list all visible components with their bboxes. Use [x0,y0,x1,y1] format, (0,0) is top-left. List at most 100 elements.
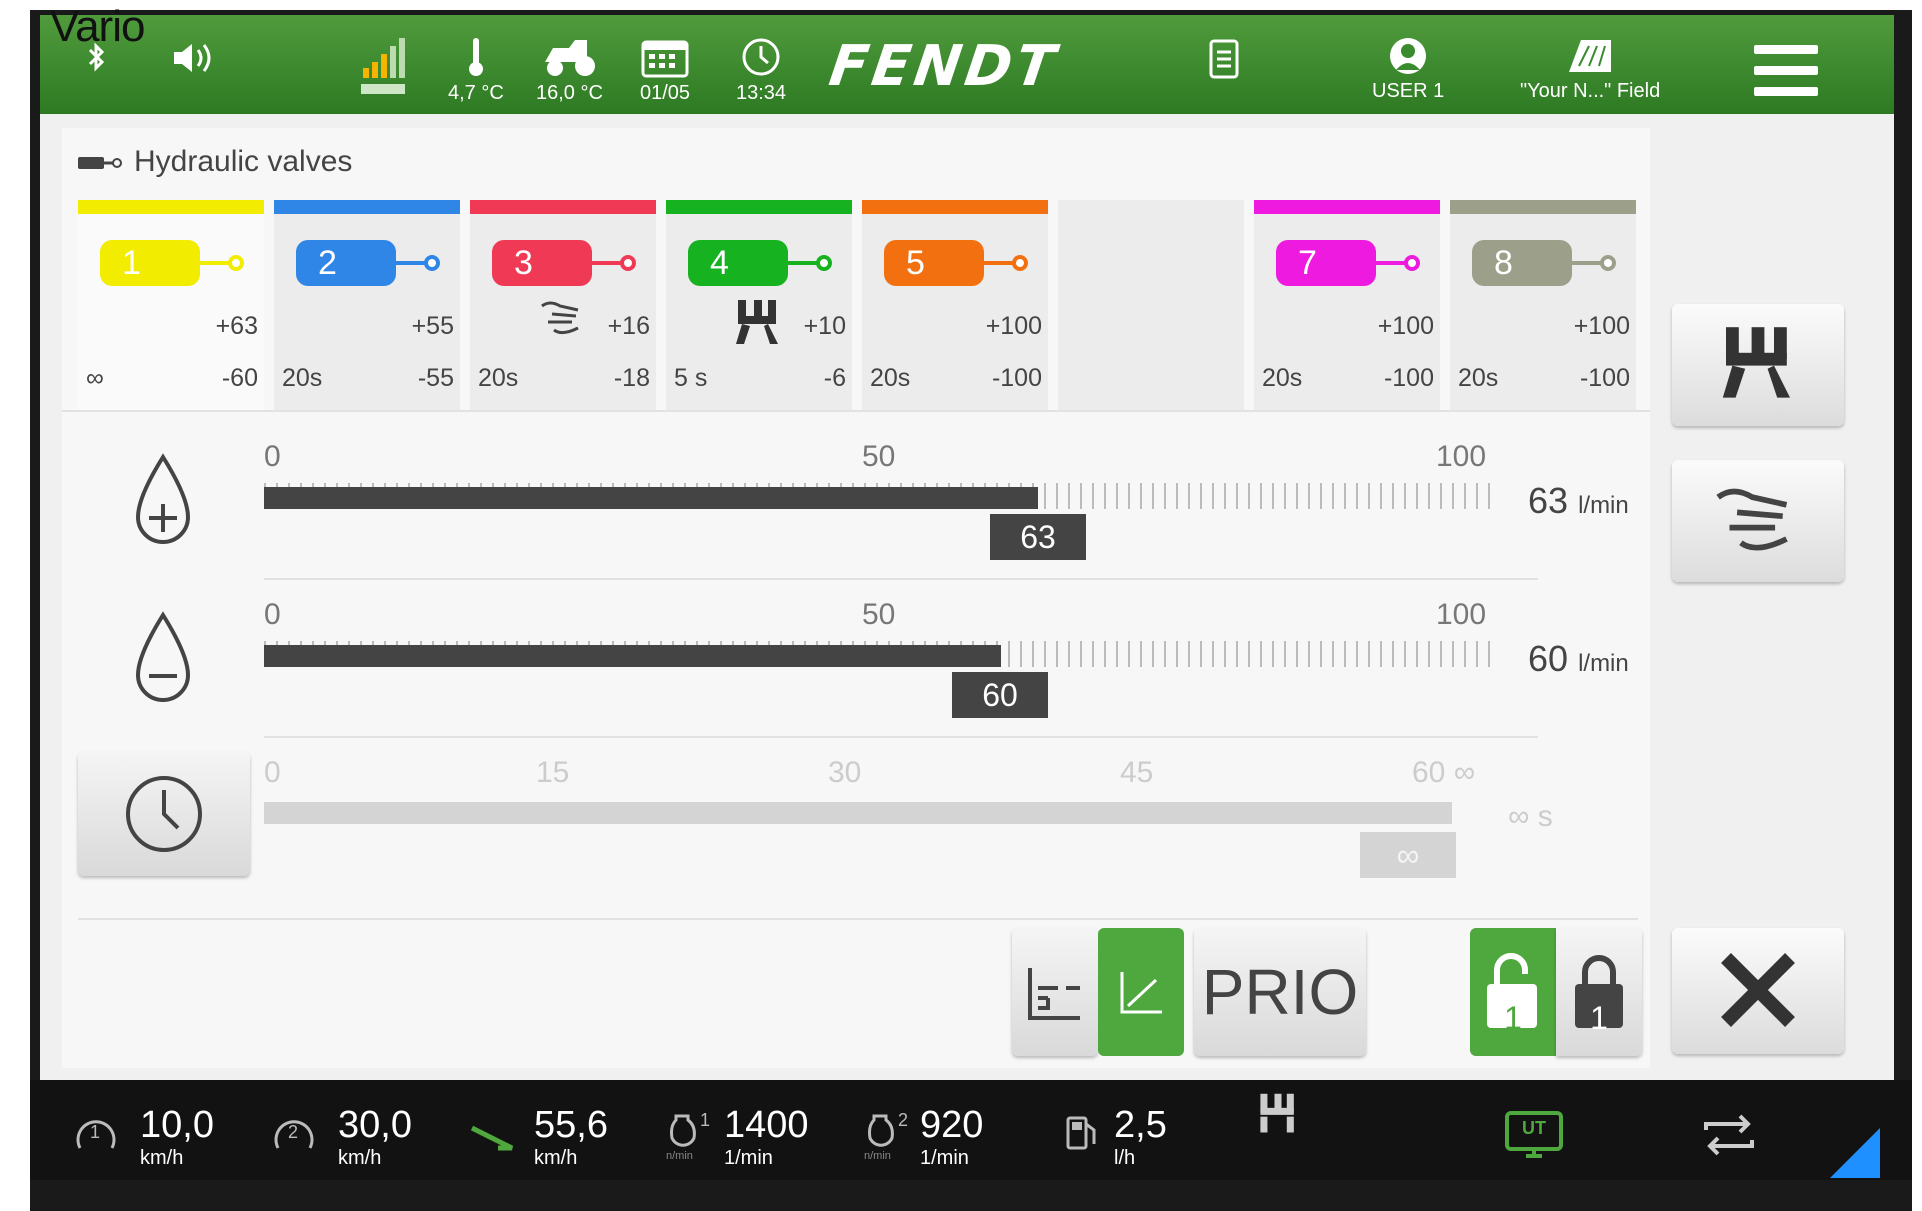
valve-tab-5[interactable]: 5 +100 20s -100 [862,200,1048,410]
valve-plus-flow: +63 [215,312,258,340]
bluetooth-icon[interactable] [82,40,112,80]
outside-temperature: 4,7 °C [448,36,504,105]
cruise-speed-2-unit: km/h [338,1147,382,1169]
timer-button[interactable] [78,752,250,876]
linear-mode-button[interactable] [1098,928,1184,1056]
manual-control-button[interactable] [1672,460,1844,582]
valve-plus-flow: +100 [1573,312,1630,340]
hand-touch-icon [1716,488,1788,551]
date-display[interactable]: 01/05 [640,36,690,105]
cylinder-icon [970,246,1028,280]
unlock-button[interactable]: 1 [1470,928,1556,1056]
volume-icon[interactable] [170,38,218,82]
timer-value-box[interactable]: ∞ [1360,832,1456,878]
valve-minus-flow: -60 [221,364,258,392]
clock-display[interactable]: 13:34 [736,36,786,105]
valve-tab-2[interactable]: 2 +55 20s -55 [274,200,460,410]
engine-rpm-2-icon [868,1114,894,1147]
close-button[interactable] [1672,928,1844,1054]
brand-logo: FENDT [825,34,1063,99]
hamburger-menu-icon[interactable] [1754,45,1818,96]
close-icon [1721,953,1795,1027]
hitch-button[interactable] [1672,304,1844,426]
engine-rpm-2-unit: 1/min [920,1147,969,1169]
pedal-speed-unit: km/h [534,1147,578,1169]
gps-signal-icon [355,34,409,102]
swap-icon[interactable] [1700,1112,1758,1158]
valve-minus-flow: -100 [1579,364,1630,392]
universal-terminal-button[interactable]: UT [1504,1110,1564,1158]
field-selector[interactable]: "Your N..." Field [1520,36,1660,103]
flow-minus-scale-mid: 50 [862,598,896,631]
flow-plus-value-box[interactable]: 63 [990,514,1086,560]
valve-minus-flow: -100 [991,364,1042,392]
cylinder-icon [186,246,244,280]
valve-tab-3[interactable]: 3 +16 20s -18 [470,200,656,410]
flow-plus-readout-value: 63 [1528,480,1569,521]
corner-indicator-icon[interactable] [1830,1128,1880,1178]
engine-rpm-2-sublabel: n/min [864,1150,891,1162]
valve-color-bar [862,200,1048,214]
cylinder-icon [578,246,636,280]
flow-minus-slider-fill[interactable] [264,645,1001,667]
lock-button[interactable]: 1 [1556,928,1642,1056]
valve-tab-7[interactable]: 7 +100 20s -100 [1254,200,1440,410]
panel-title-text: Hydraulic valves [134,145,353,178]
valve-minus-flow: -55 [417,364,454,392]
divider [62,410,1650,412]
valve-minus-flow: -6 [823,364,846,392]
valve-number-badge: 4 [688,240,788,286]
valve-number-badge: 8 [1472,240,1572,286]
valve-tab-8[interactable]: 8 +100 20s -100 [1450,200,1636,410]
engine-rpm-1-label: 1 [700,1110,711,1130]
flow-plus-unit: l/min [1578,492,1629,519]
cylinder-icon [1558,246,1616,280]
valve-time: 20s [1458,364,1499,392]
valve-plus-flow: +100 [1377,312,1434,340]
valve-number: 5 [906,244,925,282]
engine-rpm-1-sublabel: n/min [666,1150,693,1162]
valve-number-badge: 1 [100,240,200,286]
flow-minus-readout: 60 l/min [1528,638,1629,680]
engine-rpm-2-value: 920 [920,1104,984,1146]
flow-extend-icon [135,453,191,544]
timer-slider-fill[interactable] [264,802,1452,824]
tractor-temperature-value: 16,0 °C [536,82,603,104]
valve-time: 20s [478,364,519,392]
valve-color-bar [470,200,656,214]
flow-plus-scale-min: 0 [264,440,281,473]
valve-tab-1[interactable]: 1 +63 ∞ -60 [78,200,264,410]
flow-plus-scale-max: 100 [1436,440,1487,473]
prio-button[interactable]: PRIO [1194,928,1366,1056]
valve-number: 3 [514,244,533,282]
tractor-hitch-icon[interactable] [1256,1092,1300,1136]
timer-readout: ∞ s [1508,800,1553,833]
timer-scale-30: 30 [828,756,862,789]
valve-tab-4[interactable]: 4 +10 5 s -6 [666,200,852,410]
valve-number-badge: 5 [884,240,984,286]
job-document-icon[interactable] [1208,38,1240,84]
flow-minus-value-box[interactable]: 60 [952,672,1048,718]
valve-time: 20s [870,364,911,392]
engine-rpm-2-label: 2 [898,1110,909,1130]
valve-number: 8 [1494,244,1513,282]
linear-curve-icon [1120,972,1162,1014]
flow-plus-slider-fill[interactable] [264,487,1038,509]
valve-color-bar [1254,200,1440,214]
tractor-temperature: 16,0 °C [536,36,603,105]
flow-minus-scale-max: 100 [1436,598,1487,631]
tractor-hitch-icon [736,300,778,344]
cruise-speed-1-value: 10,0 [140,1104,214,1146]
valve-color-bar [1450,200,1636,214]
engine-rpm-1-unit: 1/min [724,1147,773,1169]
step-mode-button[interactable] [1012,928,1098,1056]
valve-color-bar [274,200,460,214]
flow-plus-scale-mid: 50 [862,440,896,473]
speedometer-1-label: 1 [90,1122,101,1142]
divider [78,918,1638,920]
user-profile[interactable]: USER 1 [1372,36,1444,103]
flow-minus-readout-value: 60 [1528,638,1569,679]
flow-minus-unit: l/min [1578,650,1629,677]
timer-scale-0: 0 [264,756,281,789]
cylinder-icon [1362,246,1420,280]
